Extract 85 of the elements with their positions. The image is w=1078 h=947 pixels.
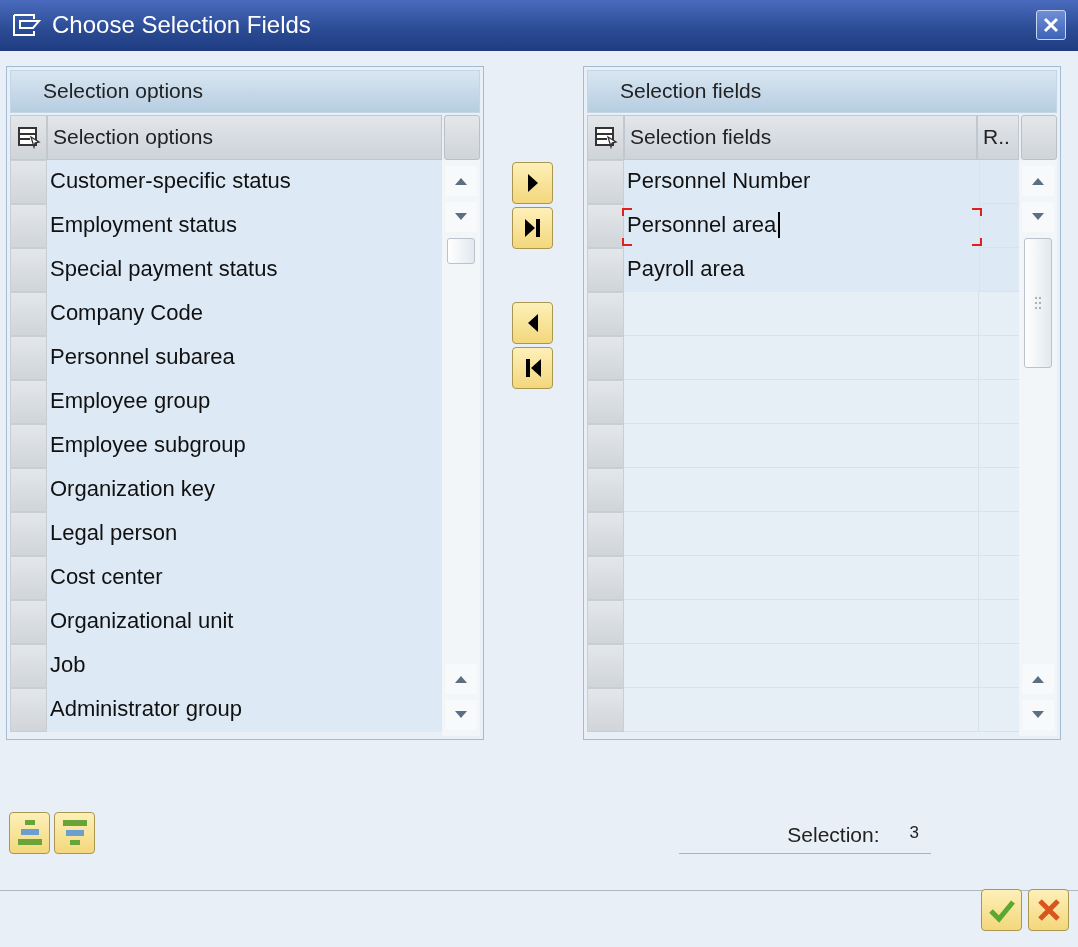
row-selector[interactable] (587, 687, 624, 732)
row-selector[interactable] (10, 555, 47, 600)
row-selector[interactable] (587, 247, 624, 292)
panel-title: Selection fields (587, 69, 1057, 113)
row-selector[interactable] (587, 643, 624, 688)
row-selector[interactable] (10, 291, 47, 336)
row-selector[interactable] (587, 335, 624, 380)
window-title: Choose Selection Fields (52, 11, 312, 40)
table-cell[interactable]: Job (47, 643, 442, 688)
scroll-up-button[interactable] (445, 165, 477, 196)
column-header[interactable]: Selection fields (624, 114, 977, 160)
scrollbar[interactable] (442, 159, 480, 736)
scroll-down-icon (454, 709, 468, 720)
add-button[interactable] (512, 161, 553, 204)
row-selector[interactable] (10, 335, 47, 380)
close-icon (1042, 16, 1060, 35)
select-block-button[interactable] (9, 812, 50, 855)
corner-button[interactable] (444, 114, 480, 160)
column-header[interactable]: Selection options (47, 114, 442, 160)
table-cell[interactable]: Personnel area (624, 203, 979, 248)
table-cell[interactable]: Personnel subarea (47, 335, 442, 380)
scroll-down-icon (454, 211, 468, 222)
remove-button[interactable] (512, 301, 553, 344)
table-cell[interactable]: Legal person (47, 511, 442, 556)
scroll-up-button[interactable] (1022, 663, 1054, 694)
scroll-down-button[interactable] (1022, 699, 1054, 730)
table-cell[interactable]: Organizational unit (47, 599, 442, 644)
table-cell[interactable]: Administrator group (47, 687, 442, 732)
confirm-button[interactable] (981, 889, 1022, 932)
row-selector[interactable] (10, 467, 47, 512)
row-selector[interactable] (587, 599, 624, 644)
scrollbar[interactable] (1019, 159, 1057, 736)
scroll-up-button[interactable] (1022, 165, 1054, 196)
row-selector[interactable] (587, 511, 624, 556)
selection-count: 3 (909, 823, 919, 845)
table-cell[interactable]: Company Code (47, 291, 442, 336)
scrollbar-thumb[interactable] (1024, 237, 1052, 368)
table-cell[interactable]: Cost center (47, 555, 442, 600)
row-selector[interactable] (10, 687, 47, 732)
selection-label: Selection: (787, 823, 880, 848)
close-button[interactable] (1036, 10, 1066, 41)
row-selector[interactable] (10, 643, 47, 688)
cancel-button[interactable] (1028, 889, 1069, 932)
grip-icon (1034, 295, 1042, 310)
table-cell[interactable] (979, 203, 1019, 248)
table-cell[interactable] (979, 247, 1019, 292)
table-cell[interactable]: Payroll area (624, 247, 979, 292)
table-settings-button[interactable] (10, 114, 47, 160)
scrollbar-thumb[interactable] (447, 237, 475, 264)
row-selector[interactable] (10, 599, 47, 644)
row-selector[interactable] (10, 247, 47, 292)
row-selector[interactable] (10, 203, 47, 248)
row-selector[interactable] (587, 467, 624, 512)
add-all-button[interactable] (512, 206, 553, 249)
row-selector[interactable] (587, 423, 624, 468)
skip-right-icon (522, 216, 543, 239)
table-cell[interactable]: Personnel Number (624, 159, 979, 204)
filter-button[interactable] (54, 812, 95, 855)
table-settings-button[interactable] (587, 114, 624, 160)
table-cell[interactable]: Employee group (47, 379, 442, 424)
row-selector[interactable] (587, 555, 624, 600)
table-cell[interactable]: Employee subgroup (47, 423, 442, 468)
row-selector[interactable] (587, 291, 624, 336)
scroll-down-button[interactable] (1022, 201, 1054, 232)
dialog-icon (12, 12, 42, 39)
row-selector[interactable] (587, 379, 624, 424)
column-header[interactable]: R.. (977, 114, 1019, 160)
table-cell[interactable]: Employment status (47, 203, 442, 248)
panel-title: Selection options (10, 69, 480, 113)
scroll-up-button[interactable] (445, 663, 477, 694)
scroll-down-button[interactable] (445, 201, 477, 232)
scroll-down-icon (1031, 709, 1045, 720)
remove-all-button[interactable] (512, 346, 553, 389)
table-cell[interactable]: Organization key (47, 467, 442, 512)
corner-button[interactable] (1021, 114, 1057, 160)
scroll-down-button[interactable] (445, 699, 477, 730)
table-cell[interactable] (979, 159, 1019, 204)
table-cell[interactable]: Special payment status (47, 247, 442, 292)
play-right-icon (525, 171, 540, 194)
row-selector[interactable] (10, 379, 47, 424)
row-selector[interactable] (587, 203, 624, 248)
table-cell[interactable]: Customer-specific status (47, 159, 442, 204)
row-selector[interactable] (10, 511, 47, 556)
scroll-down-icon (1031, 211, 1045, 222)
row-selector[interactable] (10, 423, 47, 468)
